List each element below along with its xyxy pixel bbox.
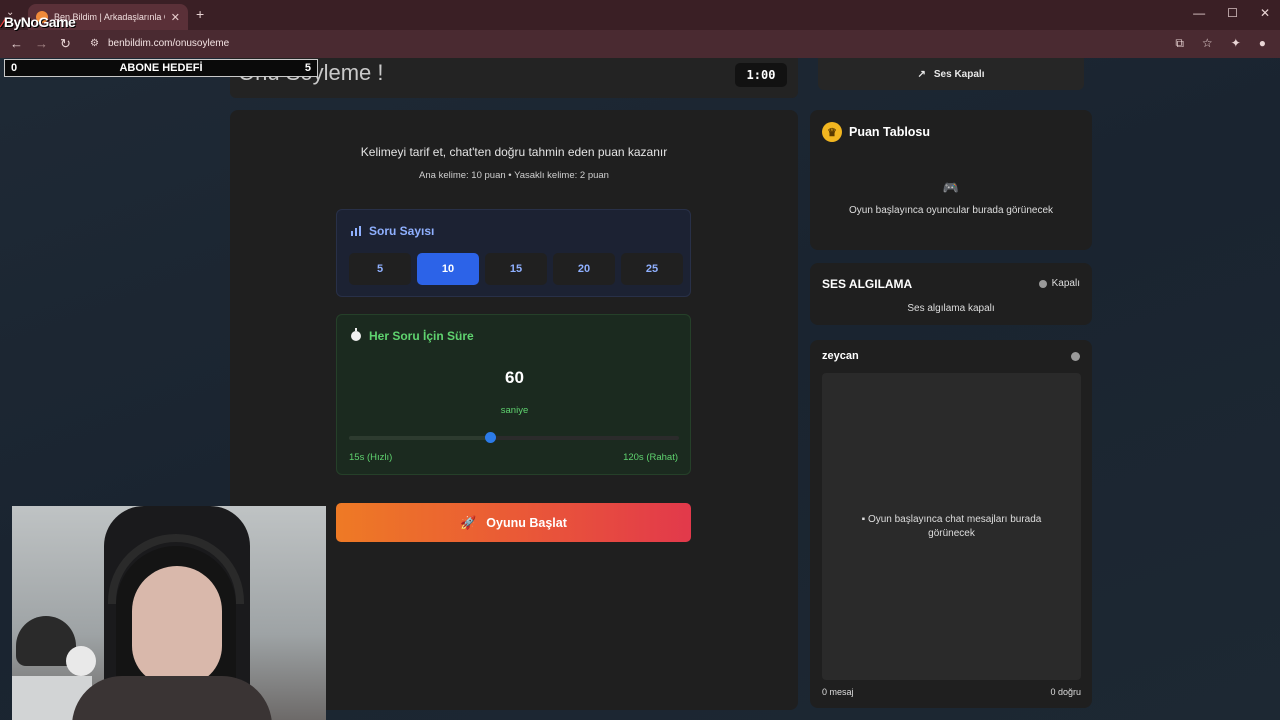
time-unit: saniye [500, 405, 529, 416]
chat-channel-name: zeycan [822, 350, 859, 362]
intro-description: Kelimeyi tarif et, chat'ten doğru tahmin… [360, 145, 668, 159]
sub-goal-target: 5 [304, 62, 311, 74]
chat-card: zeycan ▪ Oyun başlayınca chat mesajları … [810, 340, 1092, 708]
question-count-title: Soru Sayısı [369, 224, 435, 238]
question-count-option-10[interactable]: 10 [417, 253, 479, 285]
chat-message-area[interactable]: ▪ Oyun başlayınca chat mesajları burada … [822, 373, 1081, 680]
browser-tab-bar: ⌄ Ben Bildim | Arkadaşlarınla Onu S... ✕… [0, 0, 1280, 30]
chat-status-dot-icon [1071, 352, 1080, 361]
muted-speaker-icon: ↗ [917, 68, 926, 80]
webcam-plush-toy-small [66, 646, 96, 676]
question-count-section: Soru Sayısı 5 10 15 20 25 [336, 209, 691, 297]
streamer-webcam [12, 506, 326, 720]
question-count-option-20[interactable]: 20 [553, 253, 615, 285]
gamepad-icon: 🎮 [942, 180, 960, 195]
extensions-icon[interactable]: ✦ [1231, 36, 1241, 51]
back-arrow-icon[interactable]: ← [10, 36, 23, 51]
time-header: Her Soru İçin Süre [351, 328, 474, 343]
close-window-icon[interactable]: ✕ [1260, 6, 1270, 20]
scoreboard-empty-message: Oyun başlayınca oyuncular burada görünec… [848, 205, 1054, 216]
scoring-rules: Ana kelime: 10 puan • Yasaklı kelime: 2 … [419, 170, 609, 181]
sub-goal-label: ABONE HEDEFİ [119, 62, 203, 74]
question-count-option-15[interactable]: 15 [485, 253, 547, 285]
window-controls: — ☐ ✕ [1193, 6, 1270, 20]
voice-detection-subtitle: Ses algılama kapalı [907, 303, 995, 314]
sound-toggle-button[interactable]: ↗ Ses Kapalı [818, 58, 1084, 90]
site-settings-icon[interactable]: ⚙ [90, 38, 99, 49]
forward-arrow-icon[interactable]: → [35, 36, 48, 51]
time-slider-fill [349, 436, 491, 440]
time-slider[interactable] [349, 432, 679, 443]
question-count-option-25[interactable]: 25 [621, 253, 683, 285]
voice-detection-status: Kapalı [1038, 278, 1080, 289]
speech-bubble-icon: ▪ [861, 514, 866, 525]
url-field[interactable]: benbildim.com/onusoyleme [108, 38, 229, 49]
sound-toggle-label: Ses Kapalı [933, 68, 985, 80]
bar-chart-icon [351, 226, 361, 236]
webcam-streamer-body [72, 676, 272, 720]
time-min-label: 15s (Hızlı) [349, 452, 393, 463]
scoreboard-card: ♛ Puan Tablosu 🎮 Oyun başlayınca oyuncul… [810, 110, 1092, 250]
profile-icon[interactable]: ● [1259, 36, 1266, 51]
new-tab-button[interactable]: + [196, 6, 204, 22]
start-game-label: Oyunu Başlat [486, 515, 567, 530]
status-dot-icon [1038, 279, 1047, 288]
brand-name: ByNoGame [3, 14, 76, 30]
time-per-question-section: Her Soru İçin Süre 60 saniye 15s (Hızlı)… [336, 314, 691, 475]
minimize-icon[interactable]: — [1193, 6, 1205, 20]
chat-message-count: 0 mesaj [822, 687, 854, 697]
install-app-icon[interactable]: ⧉ [1175, 36, 1184, 51]
reload-icon[interactable]: ↻ [60, 36, 71, 52]
maximize-icon[interactable]: ☐ [1227, 6, 1238, 20]
trophy-icon: ♛ [822, 122, 842, 142]
tab-close-icon[interactable]: ✕ [171, 11, 180, 24]
voice-status-text: Kapalı [1051, 278, 1080, 289]
chat-empty-text: Oyun başlayınca chat mesajları burada gö… [867, 514, 1042, 539]
stopwatch-icon [351, 328, 361, 341]
time-title: Her Soru İçin Süre [369, 329, 474, 343]
question-count-header: Soru Sayısı [351, 224, 434, 238]
subscriber-goal-bar: 0 ABONE HEDEFİ 5 [4, 59, 318, 77]
scoreboard-title: Puan Tablosu [849, 125, 931, 139]
time-value: 60 [505, 368, 524, 387]
time-slider-thumb[interactable] [485, 432, 497, 443]
voice-detection-card: SES ALGILAMA Kapalı Ses algılama kapalı [810, 263, 1092, 325]
round-timer: 1:00 [735, 63, 787, 87]
chat-empty-message: ▪ Oyun başlayınca chat mesajları burada … [842, 513, 1061, 541]
chat-correct-count: 0 doğru [1050, 687, 1081, 697]
start-game-button[interactable]: 🚀 Oyunu Başlat [336, 503, 691, 542]
question-count-option-5[interactable]: 5 [349, 253, 411, 285]
stream-brand-logo: ⁄ByNoGame [2, 14, 76, 30]
question-count-options: 5 10 15 20 25 [349, 253, 683, 285]
toolbar-actions: ⧉ ☆ ✦ ● [1175, 36, 1266, 51]
sub-goal-current: 0 [11, 62, 18, 74]
time-max-label: 120s (Rahat) [623, 452, 678, 463]
address-bar: ← → ↻ ⚙ benbildim.com/onusoyleme ⧉ ☆ ✦ ● [0, 30, 1280, 58]
bookmark-star-icon[interactable]: ☆ [1202, 36, 1213, 51]
voice-detection-title: SES ALGILAMA [822, 277, 913, 291]
rocket-icon: 🚀 [460, 514, 477, 530]
